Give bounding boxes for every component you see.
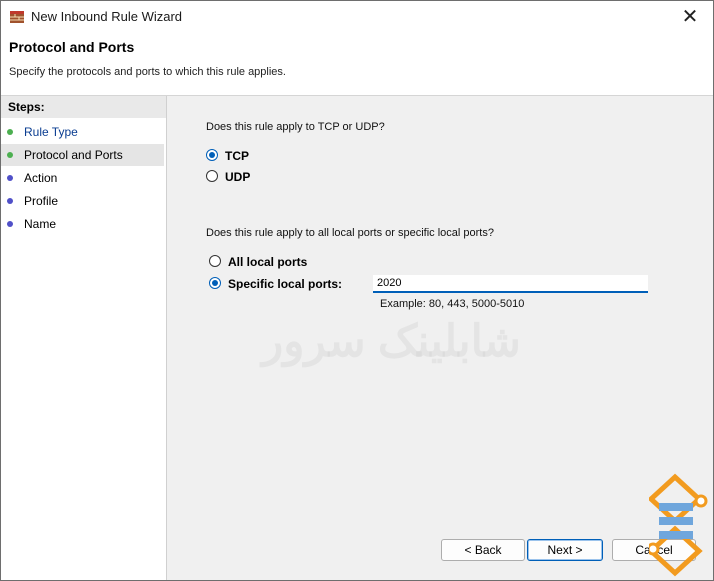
- step-label: Protocol and Ports: [24, 148, 123, 162]
- tcp-radio[interactable]: [206, 149, 218, 161]
- all-local-ports-label[interactable]: All local ports: [228, 255, 307, 269]
- step-pending-icon: [7, 221, 13, 227]
- close-button[interactable]: ✕: [667, 1, 713, 32]
- firewall-icon: [10, 11, 24, 23]
- server-logo-icon: [649, 473, 708, 577]
- step-label: Action: [24, 171, 58, 185]
- watermark-text: شابلینک سرور: [262, 317, 521, 366]
- step-label: Rule Type: [24, 125, 78, 139]
- step-pending-icon: [7, 175, 13, 181]
- step-label: Name: [24, 217, 57, 231]
- local-ports-input[interactable]: [373, 275, 648, 293]
- steps-heading-label: Steps:: [8, 100, 45, 114]
- all-local-ports-radio[interactable]: [209, 255, 221, 267]
- step-profile: Profile: [1, 190, 164, 212]
- back-button[interactable]: < Back: [441, 539, 525, 561]
- ports-example-hint: Example: 80, 443, 5000-5010: [380, 298, 525, 310]
- specific-local-ports-label[interactable]: Specific local ports:: [228, 277, 342, 291]
- step-name: Name: [1, 213, 164, 235]
- step-protocol-and-ports[interactable]: Protocol and Ports: [1, 144, 164, 166]
- step-done-icon: [7, 129, 13, 135]
- wizard-window: New Inbound Rule Wizard ✕ Protocol and P…: [0, 0, 714, 581]
- step-done-icon: [7, 152, 13, 158]
- udp-label[interactable]: UDP: [225, 170, 250, 184]
- ports-question: Does this rule apply to all local ports …: [206, 227, 494, 239]
- wizard-content: Does this rule apply to TCP or UDP? TCP …: [167, 96, 713, 580]
- step-action: Action: [1, 167, 164, 189]
- steps-heading: Steps:: [1, 96, 166, 118]
- tcp-label[interactable]: TCP: [225, 149, 249, 163]
- step-pending-icon: [7, 198, 13, 204]
- window-title: New Inbound Rule Wizard: [31, 9, 183, 24]
- page-subtitle: Specify the protocols and ports to which…: [9, 66, 286, 78]
- title-bar[interactable]: New Inbound Rule Wizard ✕: [1, 1, 713, 32]
- close-icon: ✕: [681, 6, 699, 28]
- udp-radio[interactable]: [206, 170, 218, 182]
- page-title: Protocol and Ports: [9, 39, 135, 55]
- protocol-question: Does this rule apply to TCP or UDP?: [206, 121, 385, 133]
- next-button[interactable]: Next >: [527, 539, 603, 561]
- steps-panel: Steps: Rule Type Protocol and Ports Acti…: [1, 96, 167, 580]
- step-label: Profile: [24, 194, 59, 208]
- specific-local-ports-radio[interactable]: [209, 277, 221, 289]
- page-header: Protocol and Ports Specify the protocols…: [1, 32, 713, 96]
- step-rule-type[interactable]: Rule Type: [1, 121, 164, 143]
